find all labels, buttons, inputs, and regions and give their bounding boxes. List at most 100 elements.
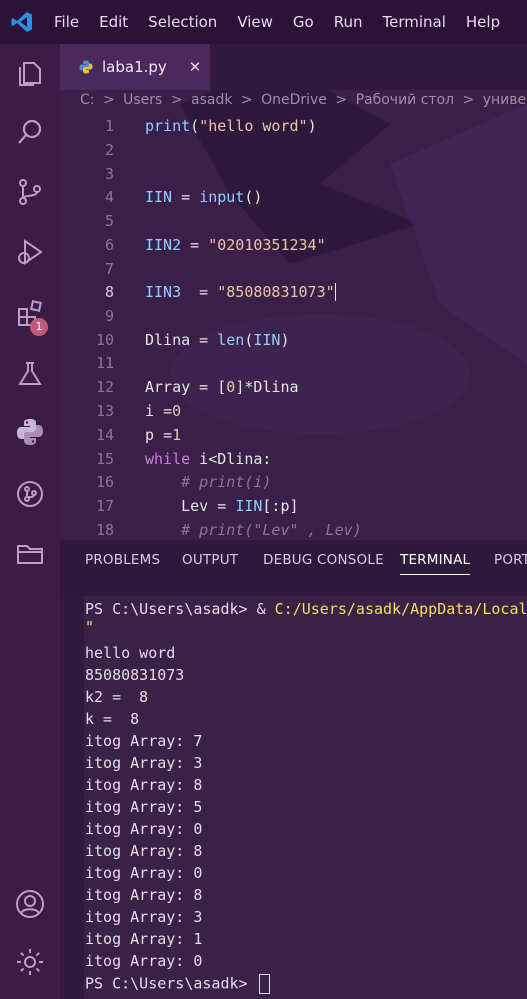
code-line[interactable]: 9	[60, 304, 527, 328]
terminal-output-line: itog Array: 0	[85, 952, 203, 970]
search-icon[interactable]	[0, 106, 60, 158]
code-text: IIN2 = "02010351234"	[145, 236, 326, 254]
line-number: 4	[104, 188, 114, 206]
testing-icon[interactable]	[0, 348, 60, 400]
breadcrumb-asadk[interactable]: asadk	[191, 92, 232, 108]
tab-output[interactable]: OUTPUT	[182, 552, 238, 568]
code-text: p =1	[145, 426, 182, 444]
terminal-output-line: itog Array: 8	[85, 842, 203, 860]
code-text: while i<Dlina:	[145, 450, 272, 468]
terminal-gutter	[60, 596, 84, 999]
folder-icon[interactable]	[0, 528, 60, 580]
menu-help[interactable]: Help	[456, 0, 510, 44]
breadcrumb-desktop[interactable]: Рабочий стол	[356, 92, 455, 108]
code-line[interactable]: 2	[60, 138, 527, 162]
terminal-output-line: itog Array: 3	[85, 754, 203, 772]
terminal-continuation: "	[85, 618, 95, 636]
python-icon[interactable]	[0, 406, 60, 458]
chevron-right-icon: >	[102, 92, 115, 108]
tab-ports[interactable]: PORT	[494, 552, 527, 568]
line-number: 6	[104, 236, 114, 254]
line-number: 14	[95, 426, 114, 444]
code-line[interactable]: 1 print("hello word")	[60, 114, 527, 138]
tab-laba1[interactable]: laba1.py ✕	[60, 44, 210, 90]
terminal-prompt[interactable]: PS C:\Users\asadk>	[85, 974, 270, 994]
code-line[interactable]: 14 p =1	[60, 423, 527, 447]
line-number: 11	[95, 354, 114, 372]
code-text: IIN3 = "85080831073"	[145, 283, 336, 301]
menu-go[interactable]: Go	[283, 0, 324, 44]
source-control-icon[interactable]	[0, 166, 60, 218]
run-debug-icon[interactable]	[0, 226, 60, 278]
menu-bar: File Edit Selection View Go Run Terminal…	[0, 0, 527, 44]
terminal-output-line: itog Array: 8	[85, 886, 203, 904]
chevron-right-icon: >	[462, 92, 475, 108]
line-number: 10	[95, 331, 114, 349]
breadcrumb-university[interactable]: университе	[483, 92, 527, 108]
menu-view[interactable]: View	[227, 0, 283, 44]
code-text: print("hello word")	[145, 117, 317, 135]
terminal[interactable]: PS C:\Users\asadk> & C:/Users/asadk/AppD…	[60, 596, 527, 999]
line-number: 3	[104, 165, 114, 183]
code-text: # print("Lev" , Lev)	[145, 521, 362, 539]
tab-label: laba1.py	[102, 58, 167, 76]
breadcrumb-onedrive[interactable]: OneDrive	[261, 92, 327, 108]
git-graph-icon[interactable]	[0, 468, 60, 520]
tab-problems[interactable]: PROBLEMS	[85, 552, 160, 568]
terminal-output-line: itog Array: 1	[85, 930, 203, 948]
breadcrumb-users[interactable]: Users	[123, 92, 162, 108]
code-line[interactable]: 5	[60, 209, 527, 233]
explorer-icon[interactable]	[0, 48, 60, 100]
code-line[interactable]: 16 # print(i)	[60, 470, 527, 494]
menu-run[interactable]: Run	[324, 0, 373, 44]
code-line[interactable]: 11	[60, 351, 527, 375]
terminal-output-line: k = 8	[85, 710, 140, 728]
chevron-right-icon: >	[335, 92, 348, 108]
line-number: 9	[104, 307, 114, 325]
code-text: IIN = input()	[145, 188, 263, 206]
tab-terminal[interactable]: TERMINAL	[400, 552, 471, 575]
extensions-icon[interactable]: 1	[0, 288, 60, 340]
line-number: 15	[95, 450, 114, 468]
code-line[interactable]: 6 IIN2 = "02010351234"	[60, 233, 527, 257]
terminal-output-line: hello word	[85, 644, 176, 662]
code-line[interactable]: 13 i =0	[60, 399, 527, 423]
code-line[interactable]: 4 IIN = input()	[60, 185, 527, 209]
line-number: 17	[95, 497, 114, 515]
menu-terminal[interactable]: Terminal	[373, 0, 456, 44]
menu-selection[interactable]: Selection	[138, 0, 227, 44]
chevron-right-icon: >	[170, 92, 183, 108]
account-icon[interactable]	[0, 878, 60, 930]
panel-tabs: PROBLEMS OUTPUT DEBUG CONSOLE TERMINAL P…	[60, 540, 527, 596]
breadcrumb-drive[interactable]: C:	[80, 92, 95, 108]
line-number: 2	[104, 141, 114, 159]
terminal-output-line: itog Array: 0	[85, 820, 203, 838]
code-text: Lev = IIN[:p]	[145, 497, 299, 515]
code-line[interactable]: 12 Array = [0]*Dlina	[60, 375, 527, 399]
line-number: 12	[95, 378, 114, 396]
activity-bar: 1	[0, 44, 60, 999]
settings-gear-icon[interactable]	[0, 936, 60, 988]
terminal-cursor	[258, 974, 270, 994]
terminal-output-line: itog Array: 5	[85, 798, 203, 816]
close-icon[interactable]: ✕	[189, 58, 202, 76]
tab-strip	[210, 44, 527, 90]
code-line[interactable]: 3	[60, 162, 527, 186]
menu-file[interactable]: File	[44, 0, 89, 44]
code-line[interactable]: 17 Lev = IIN[:p]	[60, 494, 527, 518]
menu-edit[interactable]: Edit	[89, 0, 138, 44]
terminal-command-line: PS C:\Users\asadk> & C:/Users/asadk/AppD…	[85, 600, 527, 618]
terminal-output-line: k2 = 8	[85, 688, 149, 706]
code-line[interactable]: 10 Dlina = len(IIN)	[60, 328, 527, 352]
line-number: 8	[104, 283, 114, 301]
code-line[interactable]: 7	[60, 257, 527, 281]
terminal-output-line: 85080831073	[85, 666, 185, 684]
tab-debug-console[interactable]: DEBUG CONSOLE	[263, 552, 384, 568]
code-line[interactable]: 18 # print("Lev" , Lev)	[60, 518, 527, 540]
code-line[interactable]: 15 while i<Dlina:	[60, 447, 527, 471]
code-line-active[interactable]: 8 IIN3 = "85080831073"	[60, 280, 527, 304]
line-number: 16	[95, 473, 114, 491]
terminal-output-line: itog Array: 8	[85, 776, 203, 794]
chevron-right-icon: >	[240, 92, 253, 108]
extensions-badge: 1	[30, 318, 48, 336]
